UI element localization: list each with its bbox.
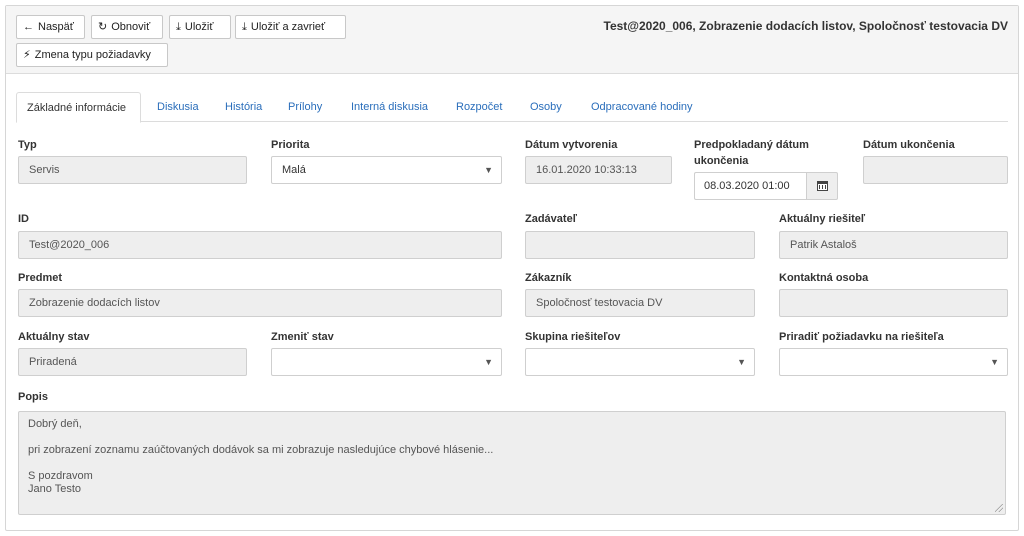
toolbar: ← Naspäť ↻ Obnoviť ⤓ Uložiť ⤓ Uložiť a zavri… <box>6 6 1018 74</box>
popis-line <box>28 431 996 444</box>
aktualny-riesitel-label: Aktuálny riešiteľ <box>779 213 866 225</box>
tab-diskusia[interactable]: Diskusia <box>147 92 209 123</box>
predmet-field: Zobrazenie dodacích listov <box>18 289 502 317</box>
tab-zakladne-informacie[interactable]: Základné informácie <box>16 92 141 123</box>
arrow-left-icon: ← <box>23 21 34 33</box>
popis-line: S pozdravom <box>28 470 93 482</box>
typ-field: Servis <box>18 156 247 184</box>
priorita-selected-value: Malá <box>282 164 306 176</box>
predpokladany-datum-input[interactable]: 08.03.2020 01:00 <box>694 172 806 200</box>
priorita-select[interactable]: Malá ▼ <box>271 156 502 184</box>
popis-line: Jano Testo <box>28 483 82 495</box>
calendar-icon <box>817 181 828 191</box>
back-button[interactable]: ← Naspäť <box>16 15 85 39</box>
popis-line: Dobrý deň, <box>28 418 82 430</box>
priradit-riesitela-select[interactable]: ▼ <box>779 348 1008 376</box>
skupina-riesitelov-select[interactable]: ▼ <box>525 348 755 376</box>
tab-bar: Základné informácie Diskusia História Pr… <box>16 88 1008 123</box>
refresh-icon: ↻ <box>98 21 108 33</box>
skupina-riesitelov-label: Skupina riešiteľov <box>525 331 621 343</box>
typ-label: Typ <box>18 139 37 151</box>
request-form-panel: ← Naspäť ↻ Obnoviť ⤓ Uložiť ⤓ Uložiť a zavri… <box>5 5 1019 531</box>
popis-label: Popis <box>18 391 48 403</box>
chevron-down-icon: ▼ <box>737 357 746 367</box>
kontaktna-osoba-field <box>779 289 1008 317</box>
aktualny-stav-field: Priradená <box>18 348 247 376</box>
datum-vytvorenia-field: 16.01.2020 10:33:13 <box>525 156 672 184</box>
priorita-label: Priorita <box>271 139 310 151</box>
zmenit-stav-label: Zmeniť stav <box>271 331 334 343</box>
page-title: Test@2020_006, Zobrazenie dodacích listo… <box>603 19 1008 33</box>
tab-prilohy[interactable]: Prílohy <box>278 92 332 123</box>
download-icon: ⤓ <box>176 21 181 33</box>
predpokladany-datum-label-line2: ukončenia <box>694 155 749 167</box>
predpokladany-datum-label: Predpokladaný dátum <box>694 139 809 151</box>
datum-vytvorenia-label: Dátum vytvorenia <box>525 139 618 151</box>
kontaktna-osoba-label: Kontaktná osoba <box>779 272 869 284</box>
change-request-type-button[interactable]: ⚡︎ Zmena typu požiadavky <box>16 43 168 67</box>
tab-rozpocet[interactable]: Rozpočet <box>446 92 512 123</box>
aktualny-riesitel-field: Patrik Astaloš <box>779 231 1008 259</box>
zakaznik-label: Zákazník <box>525 272 572 284</box>
chevron-down-icon: ▼ <box>484 357 493 367</box>
aktualny-stav-label: Aktuálny stav <box>18 331 90 343</box>
zakaznik-field: Spoločnosť testovacia DV <box>525 289 755 317</box>
tab-odpracovane-hodiny[interactable]: Odpracované hodiny <box>581 92 703 123</box>
download-icon: ⤓ <box>242 21 247 33</box>
zadavatel-label: Zadávateľ <box>525 213 577 225</box>
tab-interna-diskusia[interactable]: Interná diskusia <box>341 92 438 123</box>
tab-osoby[interactable]: Osoby <box>520 92 572 123</box>
lightning-bolt-icon: ⚡︎ <box>23 49 31 61</box>
popis-line: pri zobrazení zoznamu zaúčtovaných dodáv… <box>28 444 494 456</box>
chevron-down-icon: ▼ <box>990 357 999 367</box>
save-button[interactable]: ⤓ Uložiť <box>169 15 231 39</box>
id-field: Test@2020_006 <box>18 231 502 259</box>
priradit-label: Priradiť požiadavku na riešiteľa <box>779 331 944 343</box>
tab-historia[interactable]: História <box>215 92 272 123</box>
chevron-down-icon: ▼ <box>484 165 493 175</box>
datum-ukoncenia-field <box>863 156 1008 184</box>
resize-handle[interactable] <box>995 504 1003 512</box>
datum-ukoncenia-label: Dátum ukončenia <box>863 139 955 151</box>
popis-textarea[interactable]: Dobrý deň, pri zobrazení zoznamu zaúčtov… <box>18 411 1006 515</box>
predmet-label: Predmet <box>18 272 63 284</box>
id-label: ID <box>18 213 29 225</box>
save-and-close-button[interactable]: ⤓ Uložiť a zavrieť <box>235 15 346 39</box>
date-picker-button[interactable] <box>806 172 838 200</box>
zadavatel-field <box>525 231 755 259</box>
refresh-button[interactable]: ↻ Obnoviť <box>91 15 163 39</box>
popis-line <box>28 457 996 470</box>
zmenit-stav-select[interactable]: ▼ <box>271 348 502 376</box>
